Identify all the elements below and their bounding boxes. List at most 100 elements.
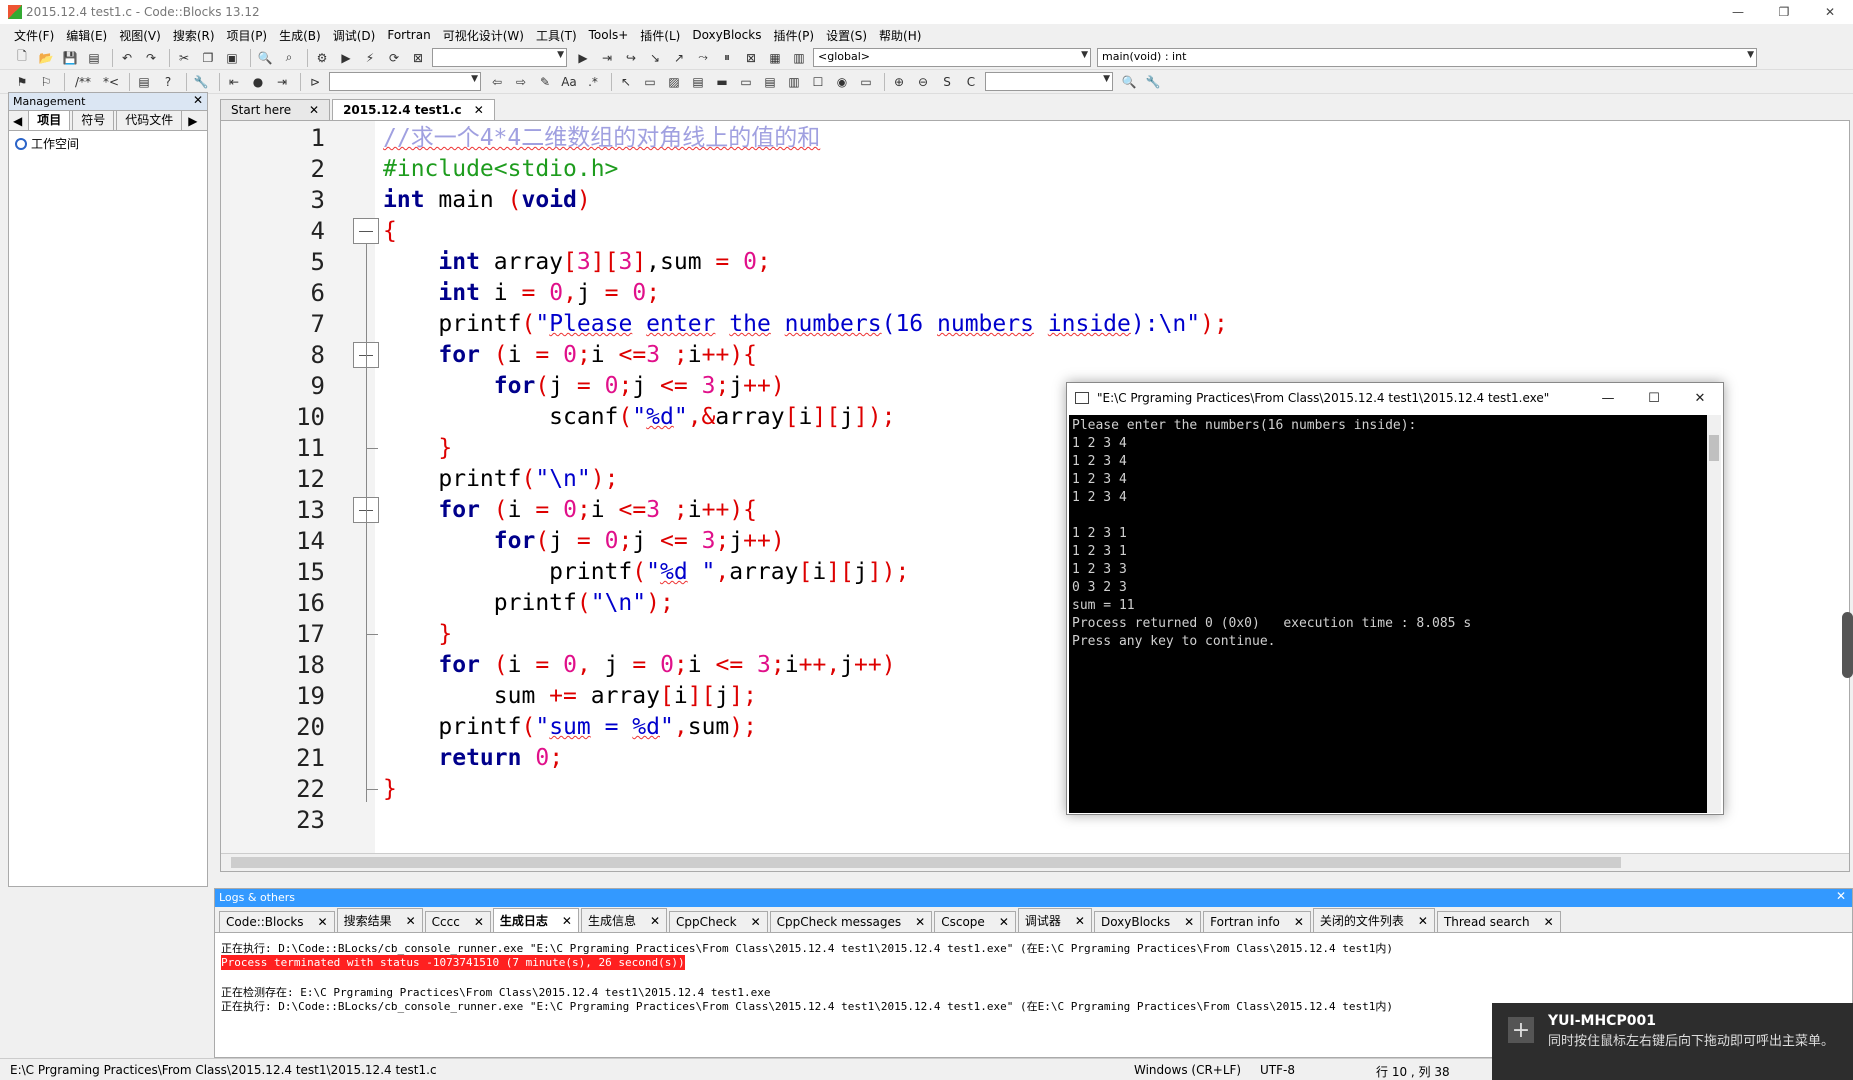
notification-toast[interactable]: + YUI-MHCP001 同时按住鼠标左右键后向下拖动即可呼出主菜单。: [1492, 1003, 1853, 1080]
scope-select[interactable]: <global> ▼: [813, 48, 1091, 67]
function-select[interactable]: main(void) : int ▼: [1097, 48, 1757, 67]
close-tab-icon[interactable]: ✕: [915, 915, 925, 929]
build-run-icon[interactable]: ⚡: [360, 49, 380, 67]
stop-debug-icon[interactable]: ⊠: [741, 49, 761, 67]
undo-icon[interactable]: ↶: [117, 49, 137, 67]
code-line[interactable]: for (i = 0;i <=3 ;i++){: [383, 495, 757, 526]
code-line[interactable]: printf("Please enter the numbers(16 numb…: [383, 309, 1227, 340]
close-tab-icon[interactable]: ✕: [1294, 915, 1304, 929]
console-titlebar[interactable]: "E:\C Prgraming Practices\From Class\201…: [1067, 383, 1723, 413]
tab-start-here[interactable]: Start here ✕: [220, 99, 331, 120]
code-line[interactable]: sum += array[i][j];: [383, 681, 757, 712]
rebuild-icon[interactable]: ⟳: [384, 49, 404, 67]
copy-icon[interactable]: ❐: [198, 49, 218, 67]
close-tab-icon[interactable]: ✕: [318, 915, 328, 929]
tab-scroll-right-icon[interactable]: ▶: [184, 112, 202, 130]
build-icon[interactable]: ⚙: [312, 49, 332, 67]
code-line[interactable]: printf("sum = %d",sum);: [383, 712, 757, 743]
slider-widget-icon[interactable]: ▭: [856, 73, 876, 91]
step-out-icon[interactable]: ↗: [669, 49, 689, 67]
find-icon[interactable]: 🔍: [255, 49, 275, 67]
panel-icon[interactable]: ▤: [688, 73, 708, 91]
scrollbar-thumb[interactable]: [1709, 435, 1719, 461]
code-line[interactable]: for (i = 0;i <=3 ;i++){: [383, 340, 757, 371]
wrench-icon[interactable]: 🔧: [191, 73, 211, 91]
code-line[interactable]: {: [383, 216, 397, 247]
line-comment-icon[interactable]: *<: [101, 73, 121, 91]
menu-item[interactable]: DoxyBlocks: [692, 28, 761, 42]
zoom-out-icon[interactable]: ⊖: [913, 73, 933, 91]
c-icon[interactable]: C: [961, 73, 981, 91]
step-into-icon[interactable]: ↘: [645, 49, 665, 67]
toggle-bookmark-icon[interactable]: ⚑: [12, 73, 32, 91]
log-tab[interactable]: DoxyBlocks ✕: [1093, 911, 1202, 932]
symbol-combo[interactable]: ▼: [985, 72, 1113, 91]
listbox-icon[interactable]: ▤: [760, 73, 780, 91]
minimize-button[interactable]: —: [1715, 0, 1761, 24]
save-icon[interactable]: 💾: [60, 49, 80, 67]
s-icon[interactable]: S: [937, 73, 957, 91]
menu-item[interactable]: 文件(F): [14, 27, 54, 44]
scrollbar-thumb[interactable]: [231, 857, 1621, 868]
close-tab-icon[interactable]: ✕: [650, 914, 660, 928]
code-line[interactable]: printf("\n");: [383, 464, 618, 495]
close-tab-icon[interactable]: ✕: [406, 914, 416, 928]
menu-item[interactable]: 视图(V): [119, 27, 161, 44]
code-line[interactable]: for(j = 0;j <= 3;j++): [383, 371, 785, 402]
code-line[interactable]: for(j = 0;j <= 3;j++): [383, 526, 785, 557]
close-icon[interactable]: ✕: [193, 93, 203, 107]
next-instruction-icon[interactable]: ⤳: [693, 49, 713, 67]
run-icon[interactable]: ▶: [336, 49, 356, 67]
code-line[interactable]: }: [383, 433, 452, 464]
code-line[interactable]: return 0;: [383, 743, 563, 774]
find-prev-icon[interactable]: ⇦: [487, 73, 507, 91]
workspace-label[interactable]: 工作空间: [31, 135, 79, 152]
log-tab[interactable]: Code::Blocks ✕: [219, 911, 335, 932]
workspace-tree[interactable]: 工作空间: [9, 131, 207, 156]
tab-files[interactable]: 代码文件: [116, 108, 183, 130]
log-tab[interactable]: 生成信息 ✕: [580, 908, 668, 932]
log-tab[interactable]: 关闭的文件列表 ✕: [1312, 908, 1435, 932]
menu-item[interactable]: Fortran: [387, 28, 430, 42]
fold-toggle[interactable]: [353, 218, 379, 244]
console-close-button[interactable]: ✕: [1677, 383, 1723, 413]
redo-icon[interactable]: ↷: [141, 49, 161, 67]
close-tab-icon[interactable]: ✕: [474, 103, 484, 117]
jump-forward-icon[interactable]: ⇥: [272, 73, 292, 91]
tab-symbols[interactable]: 符号: [72, 108, 115, 130]
symbol-search-icon[interactable]: 🔍: [1119, 73, 1139, 91]
close-tab-icon[interactable]: ✕: [562, 914, 572, 928]
save-all-icon[interactable]: ▤: [84, 49, 104, 67]
menu-item[interactable]: 搜索(R): [173, 27, 215, 44]
menu-item[interactable]: 插件(P): [773, 27, 814, 44]
marker-icon[interactable]: ●: [248, 73, 268, 91]
menu-item[interactable]: 项目(P): [227, 27, 268, 44]
regex-icon[interactable]: ⊳: [305, 73, 325, 91]
debug-icon[interactable]: ▶: [573, 49, 593, 67]
paste-icon[interactable]: ▣: [222, 49, 242, 67]
code-line[interactable]: //求一个4*4二维数组的对角线上的值的和: [383, 123, 820, 154]
close-tab-icon[interactable]: ✕: [751, 915, 761, 929]
menu-item[interactable]: 编辑(E): [66, 27, 107, 44]
cut-icon[interactable]: ✂: [174, 49, 194, 67]
code-line[interactable]: }: [383, 774, 397, 805]
code-line[interactable]: int main (void): [383, 185, 591, 216]
doxy-icon[interactable]: ▤: [134, 73, 154, 91]
close-tab-icon[interactable]: ✕: [309, 103, 319, 117]
code-line[interactable]: printf("\n");: [383, 588, 674, 619]
menu-item[interactable]: 调试(D): [333, 27, 376, 44]
search-combo[interactable]: ▼: [329, 72, 481, 91]
jump-back-icon[interactable]: ⇤: [224, 73, 244, 91]
log-tab[interactable]: CppCheck messages ✕: [769, 911, 933, 932]
new-file-icon[interactable]: 🗋: [12, 49, 32, 67]
menu-item[interactable]: 插件(L): [640, 27, 680, 44]
log-tab[interactable]: 生成日志 ✕: [492, 908, 579, 932]
tab-projects[interactable]: 项目: [28, 108, 71, 130]
select-cursor-icon[interactable]: ↖: [616, 73, 636, 91]
tab-source-file[interactable]: 2015.12.4 test1.c ✕: [332, 99, 495, 120]
horizontal-scrollbar[interactable]: [221, 853, 1849, 871]
log-tab[interactable]: Cccc ✕: [424, 911, 491, 932]
menu-item[interactable]: 工具(T): [536, 27, 577, 44]
log-tab[interactable]: CppCheck ✕: [669, 911, 768, 932]
frame-icon[interactable]: ▭: [640, 73, 660, 91]
